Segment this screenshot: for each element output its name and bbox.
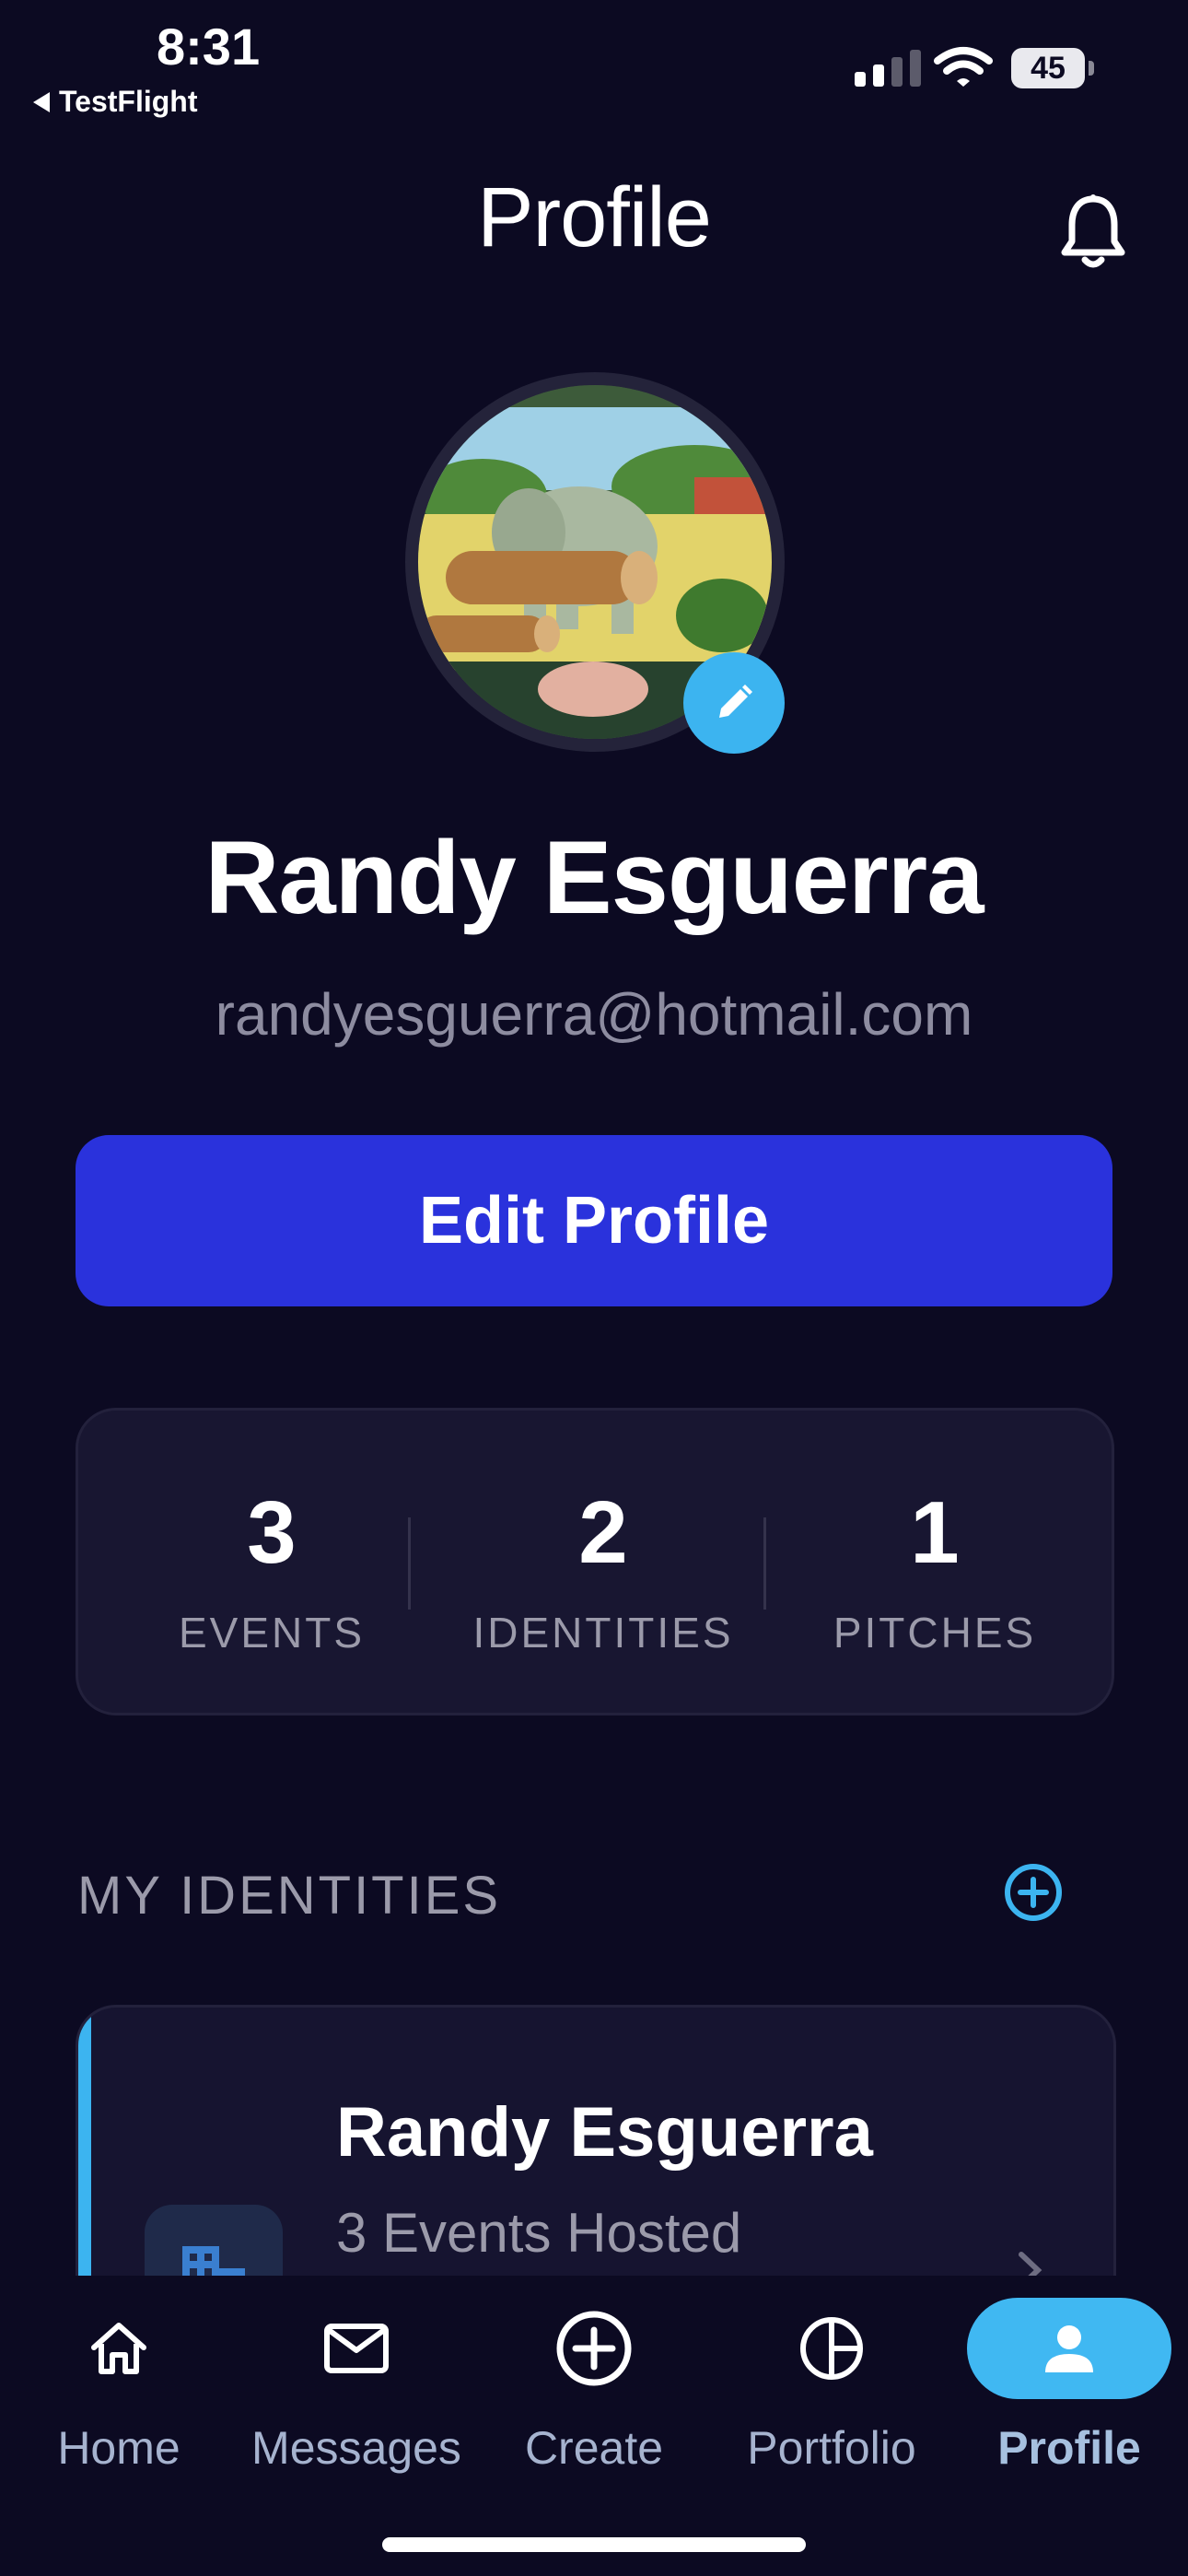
- stat-label: EVENTS: [178, 1609, 366, 1657]
- edit-profile-button[interactable]: Edit Profile: [76, 1135, 1112, 1306]
- tab-label: Create: [524, 2422, 664, 2474]
- back-app-label: TestFlight: [59, 85, 198, 118]
- battery-level: 45: [1031, 50, 1066, 86]
- battery-icon: 45: [1011, 48, 1085, 88]
- page-title: Profile: [477, 170, 712, 264]
- cellular-signal-icon: [855, 46, 921, 87]
- back-arrow-icon: [33, 91, 50, 112]
- active-tab-pill: [967, 2298, 1171, 2399]
- edit-avatar-button[interactable]: [683, 652, 785, 754]
- status-time: 8:31: [157, 18, 261, 76]
- tab-label: Home: [57, 2422, 181, 2474]
- stat-label: PITCHES: [833, 1609, 1037, 1657]
- stat-label: IDENTITIES: [472, 1609, 734, 1657]
- person-icon: [1045, 2325, 1093, 2372]
- tab-portfolio[interactable]: Portfolio: [713, 2294, 950, 2478]
- stat-events[interactable]: 3 EVENTS: [134, 1411, 410, 1713]
- plus-circle-icon: [556, 2311, 632, 2386]
- stat-identities[interactable]: 2 IDENTITIES: [447, 1411, 760, 1713]
- stat-divider: [763, 1517, 766, 1610]
- stats-card: 3 EVENTS 2 IDENTITIES 1 PITCHES: [76, 1408, 1114, 1715]
- mail-icon: [324, 2324, 389, 2373]
- wifi-icon: [934, 47, 993, 87]
- stat-value: 3: [247, 1483, 297, 1582]
- home-icon: [91, 2323, 146, 2374]
- home-indicator[interactable]: [382, 2537, 806, 2552]
- user-name: Randy Esguerra: [204, 820, 984, 935]
- identity-subtitle: 3 Events Hosted: [336, 2202, 742, 2264]
- tab-label: Profile: [997, 2422, 1141, 2474]
- tab-messages[interactable]: Messages: [238, 2294, 475, 2478]
- stat-value: 1: [910, 1483, 960, 1582]
- tab-label: Portfolio: [747, 2422, 916, 2474]
- pie-chart-icon: [800, 2317, 863, 2380]
- add-identity-icon[interactable]: [1002, 1861, 1065, 1924]
- tab-home[interactable]: Home: [0, 2294, 238, 2478]
- pencil-icon: [719, 685, 752, 718]
- tab-create[interactable]: Create: [475, 2294, 713, 2478]
- stat-divider: [408, 1517, 411, 1610]
- stat-value: 2: [578, 1483, 628, 1582]
- my-identities-heading: MY IDENTITIES: [77, 1866, 502, 1926]
- battery-nub: [1089, 61, 1094, 76]
- stat-pitches[interactable]: 1 PITCHES: [797, 1411, 1073, 1713]
- tab-label: Messages: [251, 2422, 461, 2474]
- user-email: randyesguerra@hotmail.com: [215, 981, 973, 1048]
- identity-name: Randy Esguerra: [336, 2093, 873, 2172]
- back-to-testflight[interactable]: TestFlight: [33, 85, 198, 119]
- tab-profile[interactable]: Profile: [950, 2294, 1188, 2478]
- notification-bell-icon[interactable]: [1059, 193, 1127, 271]
